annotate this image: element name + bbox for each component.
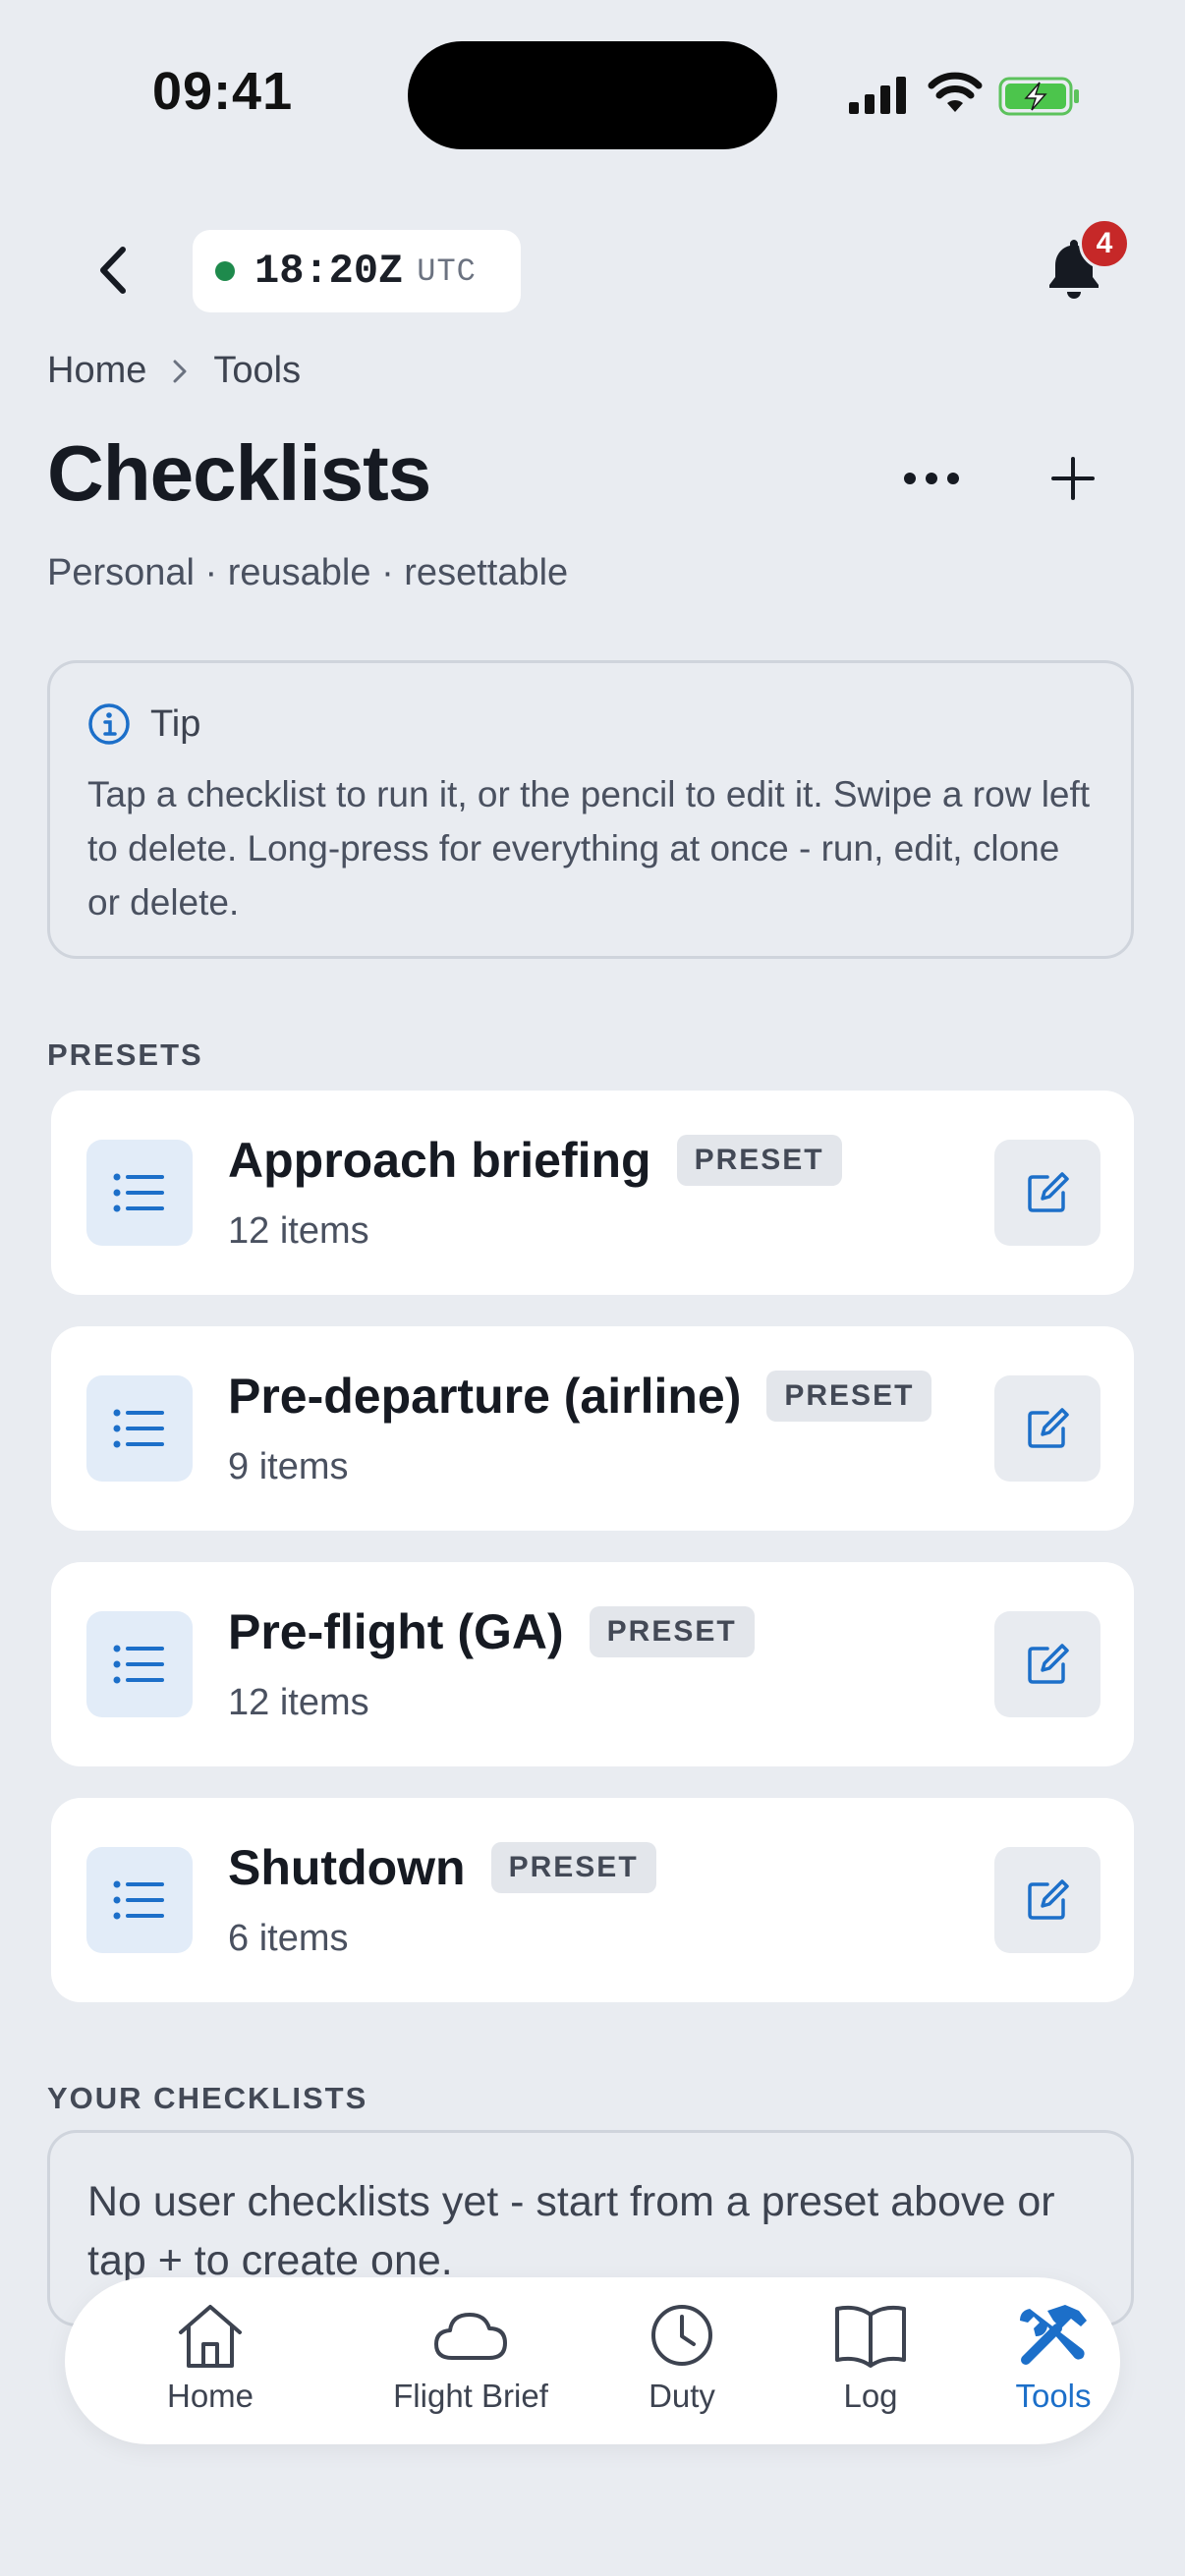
checklist-row[interactable]: Pre-departure (airline) PRESET 9 items <box>51 1326 1134 1531</box>
clock-icon <box>651 2305 712 2366</box>
dynamic-island <box>408 41 777 149</box>
edit-button[interactable] <box>994 1140 1100 1246</box>
more-options-button[interactable] <box>892 444 971 513</box>
checklist-row[interactable]: Approach briefing PRESET 12 items <box>51 1091 1134 1295</box>
checklist-title: Pre-flight (GA) <box>228 1604 564 1659</box>
preset-badge: PRESET <box>676 1135 842 1186</box>
pencil-square-icon <box>1028 1879 1069 1920</box>
checklist-row[interactable]: Shutdown PRESET 6 items <box>51 1798 1134 2002</box>
empty-state-text: No user checklists yet - start from a pr… <box>87 2178 1055 2284</box>
ellipsis-icon <box>904 473 959 484</box>
tab-label: Duty <box>649 2378 715 2414</box>
edit-button[interactable] <box>994 1375 1100 1482</box>
edit-button[interactable] <box>994 1847 1100 1953</box>
tab-tools[interactable]: Tools <box>945 2277 1161 2444</box>
list-icon <box>86 1611 193 1717</box>
tab-label: Home <box>166 2378 254 2414</box>
preset-badge: PRESET <box>490 1842 656 1893</box>
tip-header: Tip <box>87 702 200 746</box>
status-time: 09:41 <box>152 62 294 121</box>
pencil-square-icon <box>1028 1172 1069 1212</box>
chevron-right-icon <box>172 359 188 384</box>
battery-charging-icon <box>998 77 1079 116</box>
tab-label: Flight Brief <box>393 2378 548 2414</box>
pencil-square-icon <box>1028 1644 1069 1684</box>
checklist-row[interactable]: Pre-flight (GA) PRESET 12 items <box>51 1562 1134 1766</box>
tab-label: Tools <box>1015 2378 1092 2414</box>
back-button[interactable] <box>79 236 147 305</box>
breadcrumb: Home Tools <box>47 350 301 392</box>
list-icon <box>86 1140 193 1246</box>
checklist-title: Shutdown <box>228 1840 466 1895</box>
utc-label: UTC <box>417 252 477 290</box>
your-checklists-section-label: YOUR CHECKLISTS <box>47 2081 368 2115</box>
notification-badge: 4 <box>1079 218 1130 269</box>
preset-badge: PRESET <box>589 1606 755 1657</box>
tip-box: Tip Tap a checklist to run it, or the pe… <box>47 660 1134 959</box>
checklist-item-count: 12 items <box>228 1210 369 1252</box>
cellular-signal-icon <box>849 77 906 114</box>
utc-clock-pill[interactable]: 18:20Z UTC <box>193 230 521 312</box>
house-icon <box>179 2305 242 2368</box>
wifi-icon <box>928 72 983 112</box>
checklist-title: Approach briefing <box>228 1133 651 1188</box>
pencil-square-icon <box>1028 1408 1069 1448</box>
chevron-left-icon <box>100 247 126 294</box>
checklist-item-count: 12 items <box>228 1682 369 1723</box>
list-icon <box>86 1375 193 1482</box>
tab-duty[interactable]: Duty <box>574 2277 790 2444</box>
checklist-item-count: 6 items <box>228 1918 349 1959</box>
preset-badge: PRESET <box>766 1371 932 1422</box>
page-title: Checklists <box>47 429 431 517</box>
checklist-item-count: 9 items <box>228 1446 349 1487</box>
breadcrumb-tools[interactable]: Tools <box>213 350 301 392</box>
book-icon <box>835 2305 906 2368</box>
tip-title: Tip <box>150 702 201 745</box>
bottom-tab-bar: Home Flight Brief Duty Log Tools <box>65 2277 1120 2444</box>
page-subtitle: Personal · reusable · resettable <box>47 552 569 593</box>
tools-icon <box>1020 2305 1087 2365</box>
info-icon <box>88 703 130 745</box>
tip-body: Tap a checklist to run it, or the pencil… <box>87 774 1091 923</box>
tab-home[interactable]: Home <box>122 2277 299 2444</box>
edit-button[interactable] <box>994 1611 1100 1717</box>
plus-icon <box>1051 457 1095 500</box>
add-checklist-button[interactable] <box>1034 444 1112 513</box>
tab-label: Log <box>843 2378 898 2414</box>
presets-section-label: PRESETS <box>47 1037 203 1072</box>
checklist-title: Pre-departure (airline) <box>228 1369 742 1424</box>
breadcrumb-home[interactable]: Home <box>47 350 146 392</box>
list-icon <box>86 1847 193 1953</box>
utc-time: 18:20Z <box>254 248 404 295</box>
status-dot <box>215 261 235 281</box>
cloud-icon <box>434 2313 507 2360</box>
